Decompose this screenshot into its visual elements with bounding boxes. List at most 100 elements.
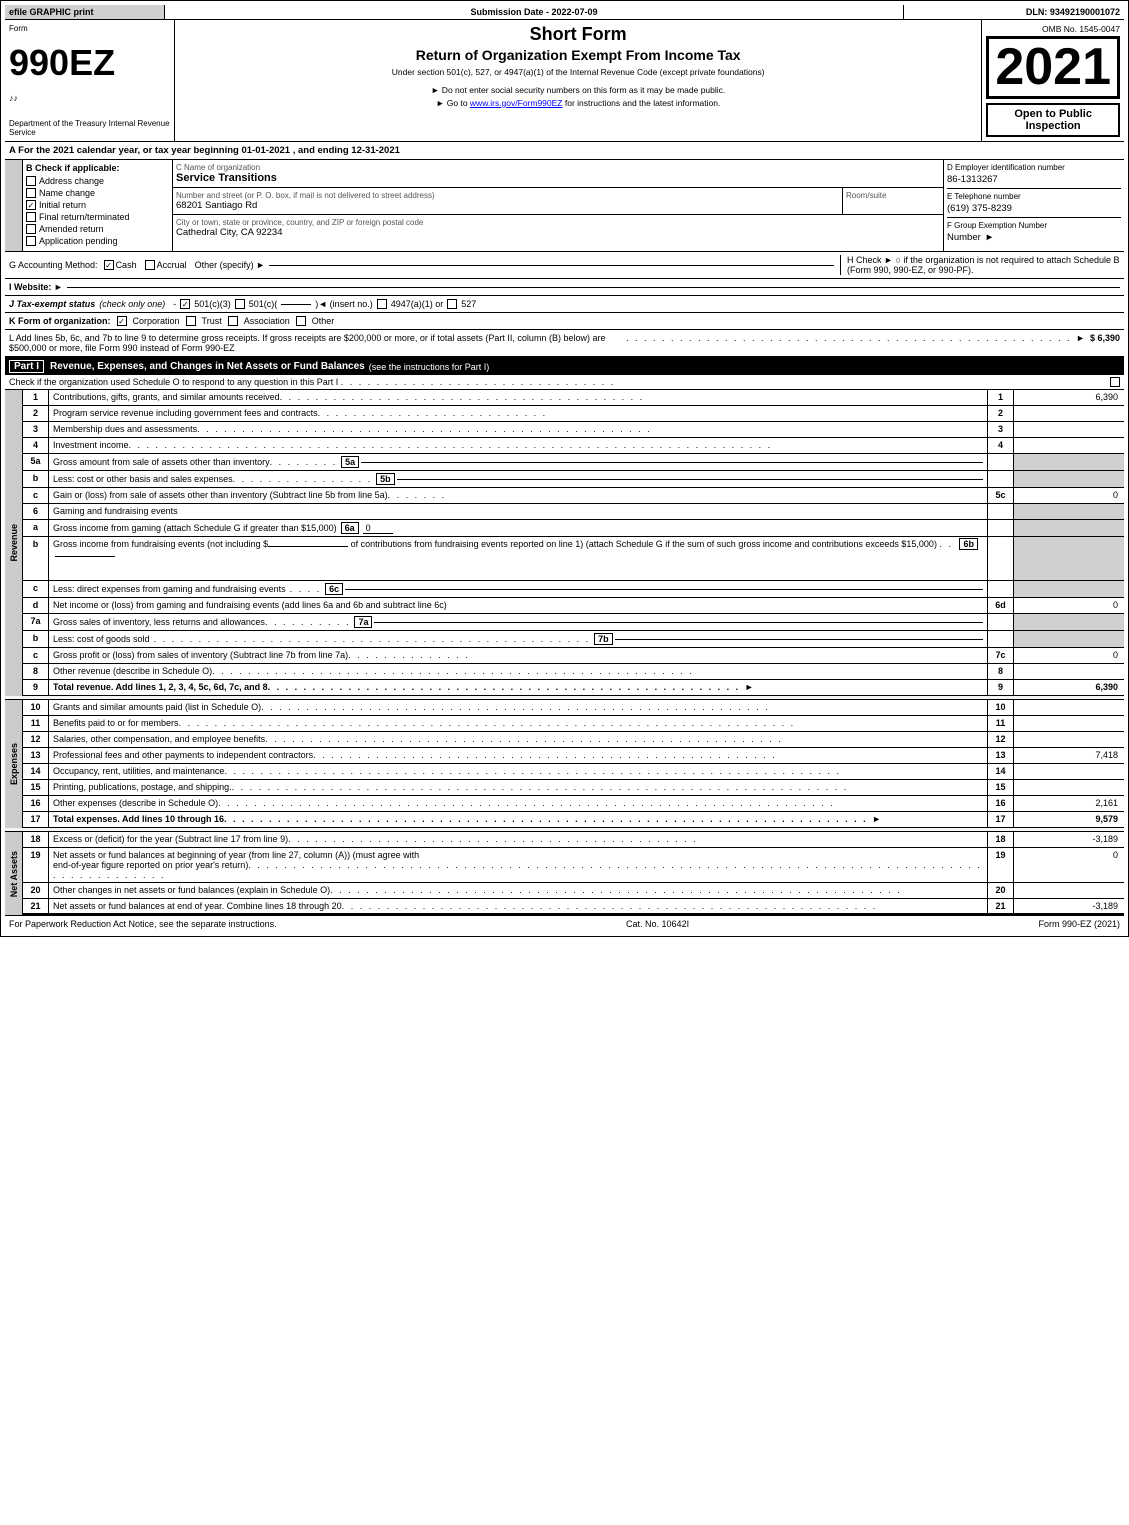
line-13-num: 13 bbox=[23, 748, 49, 763]
cb-amended-return-box[interactable] bbox=[26, 224, 36, 234]
line-14-linenum: 14 bbox=[988, 764, 1014, 779]
line-6-linenum bbox=[988, 504, 1014, 519]
line-13-linenum: 13 bbox=[988, 748, 1014, 763]
l-dots: . . . . . . . . . . . . . . . . . . . . … bbox=[626, 333, 1087, 343]
line-21-num: 21 bbox=[23, 899, 49, 913]
cb-initial-return-box[interactable] bbox=[26, 200, 36, 210]
j-501c-label: 501(c)( bbox=[249, 299, 278, 309]
line-20-row: 20 Other changes in net assets or fund b… bbox=[23, 883, 1124, 899]
net-assets-section: Net Assets 18 Excess or (deficit) for th… bbox=[5, 832, 1124, 915]
line-6b-value bbox=[1014, 537, 1124, 580]
cat-no: Cat. No. 10642I bbox=[626, 919, 689, 929]
line-6b-num: b bbox=[23, 537, 49, 580]
line-6d-row: d Net income or (loss) from gaming and f… bbox=[23, 598, 1124, 614]
line-6c-desc: Less: direct expenses from gaming and fu… bbox=[49, 581, 988, 597]
j-insert-label: )◄ (insert no.) bbox=[315, 299, 372, 309]
j-4947-box[interactable] bbox=[377, 299, 387, 309]
other-label: Other (specify) ► bbox=[195, 260, 265, 270]
j-501c-box[interactable] bbox=[235, 299, 245, 309]
line-17-row: 17 Total expenses. Add lines 10 through … bbox=[23, 812, 1124, 828]
j-527-box[interactable] bbox=[447, 299, 457, 309]
cb-final-return-box[interactable] bbox=[26, 212, 36, 222]
part1-check-box[interactable] bbox=[1110, 377, 1120, 387]
line-3-desc: Membership dues and assessments. . . . .… bbox=[49, 422, 988, 437]
line-19-num: 19 bbox=[23, 848, 49, 882]
line-5c-num: c bbox=[23, 488, 49, 503]
line-15-desc: Printing, publications, postage, and shi… bbox=[49, 780, 988, 795]
line-8-desc: Other revenue (describe in Schedule O). … bbox=[49, 664, 988, 679]
assets-side-label: Net Assets bbox=[5, 832, 23, 915]
line-15-value bbox=[1014, 780, 1124, 795]
cb-address-change[interactable]: Address change bbox=[26, 176, 169, 186]
k-trust-box[interactable] bbox=[186, 316, 196, 326]
short-form-title: Short Form bbox=[179, 24, 977, 45]
line-16-num: 16 bbox=[23, 796, 49, 811]
line-21-value: -3,189 bbox=[1014, 899, 1124, 913]
section-a-marker bbox=[5, 160, 23, 251]
phone-container: E Telephone number (619) 375-8239 bbox=[947, 189, 1121, 218]
line-18-value: -3,189 bbox=[1014, 832, 1124, 847]
accrual-label: Accrual bbox=[157, 260, 187, 270]
cb-name-change-box[interactable] bbox=[26, 188, 36, 198]
line-6a-value bbox=[1014, 520, 1124, 536]
line-6c-linenum bbox=[988, 581, 1014, 597]
line-6-num: 6 bbox=[23, 504, 49, 519]
k-assoc-box[interactable] bbox=[228, 316, 238, 326]
line-21-linenum: 21 bbox=[988, 899, 1014, 913]
part1-check-row: Check if the organization used Schedule … bbox=[5, 375, 1124, 390]
line-6-desc: Gaming and fundraising events bbox=[49, 504, 988, 519]
section-h: H Check ► ○ if the organization is not r… bbox=[840, 255, 1120, 275]
line-6b-desc: Gross income from fundraising events (no… bbox=[49, 537, 988, 580]
paperwork-notice: For Paperwork Reduction Act Notice, see … bbox=[9, 919, 277, 929]
line-12-linenum: 12 bbox=[988, 732, 1014, 747]
tax-year-row: A For the 2021 calendar year, or tax yea… bbox=[5, 142, 1124, 160]
cb-name-change[interactable]: Name change bbox=[26, 188, 169, 198]
line-7c-value: 0 bbox=[1014, 648, 1124, 663]
line-8-value bbox=[1014, 664, 1124, 679]
ein-label: D Employer identification number bbox=[947, 163, 1121, 172]
accrual-checkbox[interactable] bbox=[145, 260, 155, 270]
line-4-value bbox=[1014, 438, 1124, 453]
line-12-num: 12 bbox=[23, 732, 49, 747]
cb-address-change-box[interactable] bbox=[26, 176, 36, 186]
assets-label-text: Net Assets bbox=[9, 851, 19, 897]
k-corp-box[interactable] bbox=[117, 316, 127, 326]
line-5c-value: 0 bbox=[1014, 488, 1124, 503]
cb-amended-return[interactable]: Amended return bbox=[26, 224, 169, 234]
return-title: Return of Organization Exempt From Incom… bbox=[179, 47, 977, 63]
cb-app-pending[interactable]: Application pending bbox=[26, 236, 169, 246]
line-16-row: 16 Other expenses (describe in Schedule … bbox=[23, 796, 1124, 812]
line-20-linenum: 20 bbox=[988, 883, 1014, 898]
line-18-desc: Excess or (deficit) for the year (Subtra… bbox=[49, 832, 988, 847]
k-other-box[interactable] bbox=[296, 316, 306, 326]
line-6b-linenum bbox=[988, 537, 1014, 580]
line-14-desc: Occupancy, rent, utilities, and maintena… bbox=[49, 764, 988, 779]
line-5b-row: b Less: cost or other basis and sales ex… bbox=[23, 471, 1124, 488]
line-1-desc: Contributions, gifts, grants, and simila… bbox=[49, 390, 988, 405]
line-2-num: 2 bbox=[23, 406, 49, 421]
form-ref: Form 990-EZ (2021) bbox=[1038, 919, 1120, 929]
cb-app-pending-box[interactable] bbox=[26, 236, 36, 246]
line-7b-desc: Less: cost of goods sold . . . . . . . .… bbox=[49, 631, 988, 647]
line-17-linenum: 17 bbox=[988, 812, 1014, 827]
line-20-desc: Other changes in net assets or fund bala… bbox=[49, 883, 988, 898]
cash-label: Cash bbox=[116, 260, 137, 270]
line-15-linenum: 15 bbox=[988, 780, 1014, 795]
line-9-row: 9 Total revenue. Add lines 1, 2, 3, 4, 5… bbox=[23, 680, 1124, 696]
form-url[interactable]: www.irs.gov/Form990EZ bbox=[470, 98, 563, 108]
cash-checkbox[interactable] bbox=[104, 260, 114, 270]
line-17-num: 17 bbox=[23, 812, 49, 827]
line-16-linenum: 16 bbox=[988, 796, 1014, 811]
line-18-linenum: 18 bbox=[988, 832, 1014, 847]
line-1-row: 1 Contributions, gifts, grants, and simi… bbox=[23, 390, 1124, 406]
omb-number: OMB No. 1545-0047 bbox=[986, 24, 1120, 34]
line-6d-num: d bbox=[23, 598, 49, 613]
open-public: Open to Public Inspection bbox=[986, 103, 1120, 137]
cb-initial-return[interactable]: Initial return bbox=[26, 200, 169, 210]
cb-final-return[interactable]: Final return/terminated bbox=[26, 212, 169, 222]
j-501c3-box[interactable] bbox=[180, 299, 190, 309]
line-6c-num: c bbox=[23, 581, 49, 597]
org-name-value: Service Transitions bbox=[176, 172, 940, 184]
line-13-desc: Professional fees and other payments to … bbox=[49, 748, 988, 763]
j-4947-label: 4947(a)(1) or bbox=[391, 299, 444, 309]
